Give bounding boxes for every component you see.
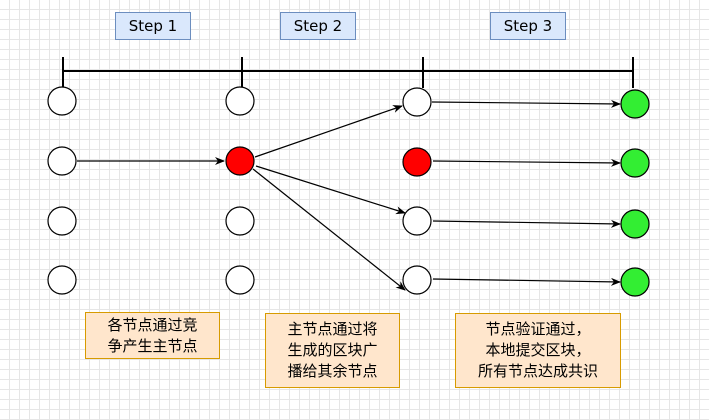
step2-node-3 bbox=[225, 206, 255, 236]
step-2-note-line-1: 主节点通过将 bbox=[287, 320, 378, 338]
diagram-canvas: Step 1 Step 2 Step 3 各节点通过竞 争产生主节点 主节点通过… bbox=[0, 0, 709, 420]
committed-node-1 bbox=[620, 89, 650, 119]
step2-node-4 bbox=[225, 265, 255, 295]
step3-node-1 bbox=[402, 87, 432, 117]
committed-node-4 bbox=[620, 267, 650, 297]
step3-node-3 bbox=[402, 206, 432, 236]
step2-leader-node bbox=[225, 146, 255, 176]
step-1-note-line-2: 争产生主节点 bbox=[107, 336, 198, 355]
broadcast-arrow-3 bbox=[252, 168, 406, 291]
commit-arrow-4 bbox=[432, 277, 621, 286]
step-3-note-line-3: 所有节点达成共识 bbox=[477, 362, 598, 380]
step1-node-4 bbox=[47, 265, 77, 295]
step3-leader-node bbox=[402, 147, 432, 177]
committed-node-2 bbox=[620, 148, 650, 178]
step-2-note-line-2: 生成的区块广 bbox=[287, 341, 378, 359]
step1-node-2 bbox=[47, 146, 77, 176]
step-3-note: 节点验证通过， 本地提交区块， 所有节点达成共识 bbox=[455, 313, 621, 388]
committed-node-3 bbox=[620, 209, 650, 239]
step-1-note-line-1: 各节点通过竞 bbox=[107, 315, 198, 334]
commit-arrow-2 bbox=[432, 158, 621, 167]
step-2-note-line-3: 播给其余节点 bbox=[287, 362, 378, 380]
step-1-note: 各节点通过竞 争产生主节点 bbox=[85, 312, 220, 359]
broadcast-arrow-1 bbox=[254, 105, 403, 158]
step-2-note: 主节点通过将 生成的区块广 播给其余节点 bbox=[265, 313, 400, 388]
commit-arrow-1 bbox=[431, 99, 621, 108]
step-3-note-line-2: 本地提交区块， bbox=[485, 341, 591, 359]
step1-node-1 bbox=[47, 86, 77, 116]
step3-node-4 bbox=[402, 265, 432, 295]
step-3-note-line-1: 节点验证通过， bbox=[485, 320, 591, 338]
step2-node-1 bbox=[225, 86, 255, 116]
commit-arrow-3 bbox=[432, 219, 621, 228]
step1-node-3 bbox=[47, 206, 77, 236]
